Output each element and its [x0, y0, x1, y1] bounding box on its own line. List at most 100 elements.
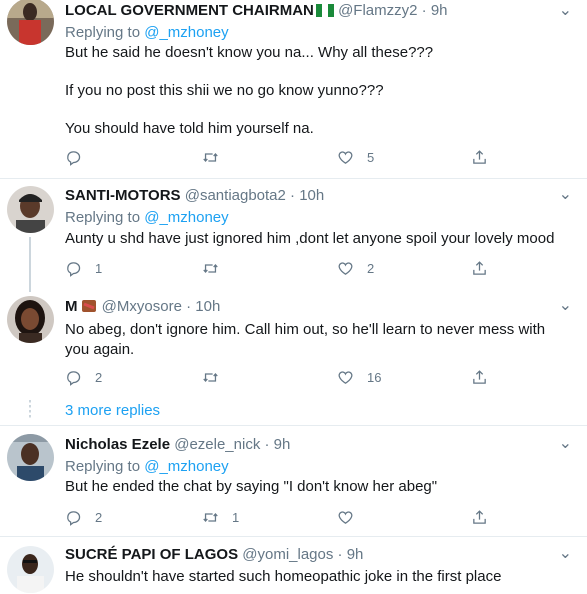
- more-icon[interactable]: ⌄: [559, 184, 573, 204]
- tweet-header: M @Mxyosore · 10h: [65, 298, 220, 316]
- replying-to: Replying to @_mzhoney: [65, 24, 229, 42]
- retweet-icon: [203, 263, 218, 273]
- tweet-5[interactable]: SUCRÉ PAPI OF LAGOS @yomi_lagos · 9h ⌄ H…: [0, 537, 587, 594]
- thread-line: [29, 237, 31, 292]
- retweet-count: 1: [232, 509, 240, 525]
- display-name[interactable]: LOCAL GOVERNMENT CHAIRMAN: [65, 2, 314, 19]
- reply-icon: [67, 150, 81, 166]
- share-icon: [473, 260, 486, 275]
- reply-button[interactable]: 2: [65, 368, 102, 386]
- like-button[interactable]: 5: [337, 148, 374, 166]
- avatar[interactable]: [7, 546, 54, 593]
- tweet-line: You should have told him yourself na.: [65, 120, 314, 137]
- retweet-icon: [203, 372, 218, 382]
- reply-button[interactable]: [65, 148, 95, 166]
- separator-dot: ·: [264, 436, 270, 453]
- lips-icon: [80, 298, 98, 314]
- tweet-actions: 2 1: [65, 508, 495, 526]
- display-name[interactable]: SUCRÉ PAPI OF LAGOS: [65, 546, 238, 563]
- retweet-button[interactable]: 1: [202, 508, 239, 526]
- replying-label: Replying to: [65, 24, 141, 41]
- display-name[interactable]: M: [65, 298, 78, 315]
- more-icon[interactable]: ⌄: [559, 433, 573, 453]
- show-more-replies-link[interactable]: 3 more replies: [65, 402, 160, 419]
- tweet-text: He shouldn't have started such homeopath…: [65, 568, 502, 585]
- timestamp[interactable]: 9h: [274, 436, 291, 453]
- share-button[interactable]: [471, 148, 488, 166]
- like-count: 5: [367, 149, 375, 165]
- reply-icon: [67, 370, 81, 386]
- retweet-icon: [203, 512, 218, 522]
- user-handle[interactable]: @yomi_lagos: [242, 546, 333, 563]
- share-icon: [473, 149, 486, 164]
- tweet-actions: 5: [65, 148, 495, 166]
- tweet-3[interactable]: M @Mxyosore · 10h ⌄ No abeg, don't ignor…: [0, 290, 587, 400]
- separator-dot: ·: [290, 187, 296, 204]
- tweet-header: LOCAL GOVERNMENT CHAIRMAN @Flamzzy2 · 9h: [65, 2, 448, 20]
- share-button[interactable]: [471, 508, 488, 526]
- timestamp[interactable]: 10h: [299, 187, 324, 204]
- tweet-line: But he said he doesn't know you na... Wh…: [65, 44, 434, 61]
- reply-icon: [67, 510, 81, 526]
- user-handle[interactable]: @Flamzzy2: [338, 2, 417, 19]
- mention-link[interactable]: @_mzhoney: [144, 24, 228, 41]
- reply-button[interactable]: 1: [65, 259, 102, 277]
- reply-count: 2: [95, 369, 103, 385]
- tweet-1[interactable]: LOCAL GOVERNMENT CHAIRMAN @Flamzzy2 · 9h…: [0, 0, 587, 179]
- avatar[interactable]: [7, 186, 54, 233]
- like-icon: [338, 150, 353, 164]
- like-button[interactable]: 16: [337, 368, 381, 386]
- share-button[interactable]: [471, 259, 488, 277]
- reply-count: 1: [95, 260, 103, 276]
- retweet-button[interactable]: [202, 148, 232, 166]
- separator-dot: ·: [337, 546, 343, 563]
- user-handle[interactable]: @Mxyosore: [102, 298, 182, 315]
- like-icon: [338, 510, 353, 524]
- reply-count: 2: [95, 509, 103, 525]
- avatar[interactable]: [7, 0, 54, 45]
- like-icon: [338, 370, 353, 384]
- tweet-2[interactable]: SANTI-MOTORS @santiagbota2 · 10h ⌄ Reply…: [0, 179, 587, 292]
- retweet-button[interactable]: [202, 259, 232, 277]
- tweet-text: Aunty u shd have just ignored him ,dont …: [65, 230, 555, 247]
- share-icon: [473, 369, 486, 384]
- timestamp[interactable]: 10h: [195, 298, 220, 315]
- like-button[interactable]: [337, 508, 367, 526]
- tweet-header: Nicholas Ezele @ezele_nick · 9h: [65, 436, 290, 454]
- tweet-text: No abeg, don't ignore him. Call him out,…: [65, 321, 546, 358]
- share-button[interactable]: [471, 368, 488, 386]
- replying-to: Replying to @_mzhoney: [65, 209, 229, 227]
- thread-dots: [29, 400, 31, 420]
- retweet-icon: [203, 152, 218, 162]
- display-name[interactable]: Nicholas Ezele: [65, 436, 170, 453]
- more-icon[interactable]: ⌄: [559, 295, 573, 315]
- replying-label: Replying to: [65, 209, 141, 226]
- share-icon: [473, 509, 486, 524]
- separator-dot: ·: [186, 298, 192, 315]
- like-count: 2: [367, 260, 375, 276]
- mention-link[interactable]: @_mzhoney: [144, 458, 228, 475]
- display-name[interactable]: SANTI-MOTORS: [65, 187, 181, 204]
- timestamp[interactable]: 9h: [431, 2, 448, 19]
- like-button[interactable]: 2: [337, 259, 374, 277]
- more-icon[interactable]: ⌄: [559, 543, 573, 563]
- tweet-text: But he said he doesn't know you na... Wh…: [65, 43, 570, 139]
- like-count: 16: [367, 369, 382, 385]
- replying-to: Replying to @_mzhoney: [65, 458, 229, 476]
- avatar[interactable]: [7, 296, 54, 343]
- user-handle[interactable]: @santiagbota2: [185, 187, 286, 204]
- retweet-button[interactable]: [202, 368, 232, 386]
- tweet-actions: 2 16: [65, 368, 495, 386]
- more-icon[interactable]: ⌄: [559, 0, 573, 20]
- tweet-4[interactable]: Nicholas Ezele @ezele_nick · 9h ⌄ Replyi…: [0, 426, 587, 536]
- user-handle[interactable]: @ezele_nick: [174, 436, 260, 453]
- separator-dot: ·: [421, 2, 427, 19]
- reply-button[interactable]: 2: [65, 508, 102, 526]
- tweet-actions: 1 2: [65, 259, 495, 277]
- timestamp[interactable]: 9h: [347, 546, 364, 563]
- tweet-header: SANTI-MOTORS @santiagbota2 · 10h: [65, 187, 324, 205]
- mention-link[interactable]: @_mzhoney: [144, 209, 228, 226]
- tweet-line: If you no post this shii we no go know y…: [65, 82, 384, 99]
- avatar[interactable]: [7, 434, 54, 481]
- replying-label: Replying to: [65, 458, 141, 475]
